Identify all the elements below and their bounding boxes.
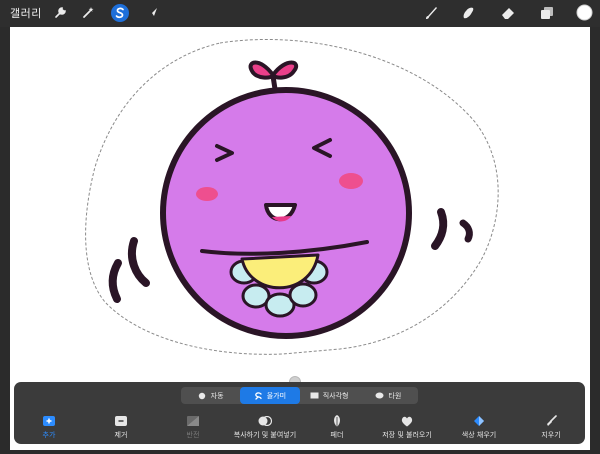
selection-icon[interactable]: [111, 4, 129, 22]
clear-button[interactable]: 지우기: [506, 414, 596, 440]
layers-icon[interactable]: [538, 4, 556, 22]
feather-icon: [332, 414, 342, 428]
eraser-icon[interactable]: [499, 4, 517, 22]
add-selection-icon: [43, 414, 55, 428]
mode-label: 자동: [210, 391, 224, 400]
brush-icon[interactable]: [422, 4, 440, 22]
mode-automatic[interactable]: 자동: [181, 387, 240, 404]
mode-lasso[interactable]: 올가미: [240, 387, 300, 404]
selection-actions: 추가 제거 반전 복사하기 및 붙여넣기 페더 저장 및 불러오기 색상 채우기…: [14, 414, 585, 442]
right-motion-mark-1: [431, 208, 448, 250]
invert-icon: [187, 414, 199, 428]
action-label: 지우기: [541, 431, 561, 439]
mode-label: 타원: [388, 391, 402, 400]
left-motion-mark-2: [127, 237, 150, 287]
left-cheek: [196, 187, 218, 201]
transform-icon[interactable]: [143, 4, 161, 22]
action-label: 페더: [330, 431, 344, 439]
save-load-heart-icon: [401, 414, 413, 428]
color-swatch-icon[interactable]: [576, 4, 593, 21]
selection-mode-toggle: 자동 올가미 직사각형 타원: [181, 387, 418, 404]
top-toolbar: 갤러리: [0, 0, 600, 27]
right-cheek: [339, 173, 363, 189]
clear-broom-icon: [545, 414, 557, 428]
action-label: 추가: [42, 431, 56, 439]
action-label: 반전: [186, 431, 200, 439]
color-fill-icon: [473, 414, 485, 428]
selection-panel: 자동 올가미 직사각형 타원 추가 제거 반전 복사하기 및 붙여넣기 페더 저…: [14, 382, 585, 444]
action-label: 제거: [114, 431, 128, 439]
mode-label: 올가미: [266, 391, 287, 400]
mode-rectangle[interactable]: 직사각형: [300, 387, 359, 404]
action-label: 색상 채우기: [461, 431, 497, 439]
magic-wand-icon[interactable]: [79, 4, 97, 22]
gallery-button[interactable]: 갤러리: [10, 5, 42, 21]
action-label: 저장 및 불러오기: [382, 431, 432, 439]
remove-selection-icon: [115, 414, 127, 428]
copy-paste-icon: [258, 414, 272, 428]
auto-dot-icon: [198, 392, 207, 399]
left-motion-mark-1: [108, 259, 122, 303]
action-label: 복사하기 및 붙여넣기: [233, 431, 297, 439]
smudge-icon[interactable]: [459, 4, 477, 22]
rectangle-icon: [310, 392, 319, 399]
ellipse-icon: [375, 392, 384, 399]
right-motion-mark-2: [459, 219, 473, 243]
mode-label: 직사각형: [322, 391, 349, 400]
mode-ellipse[interactable]: 타원: [359, 387, 418, 404]
wrench-icon[interactable]: [51, 4, 69, 22]
lasso-icon: [254, 391, 263, 400]
